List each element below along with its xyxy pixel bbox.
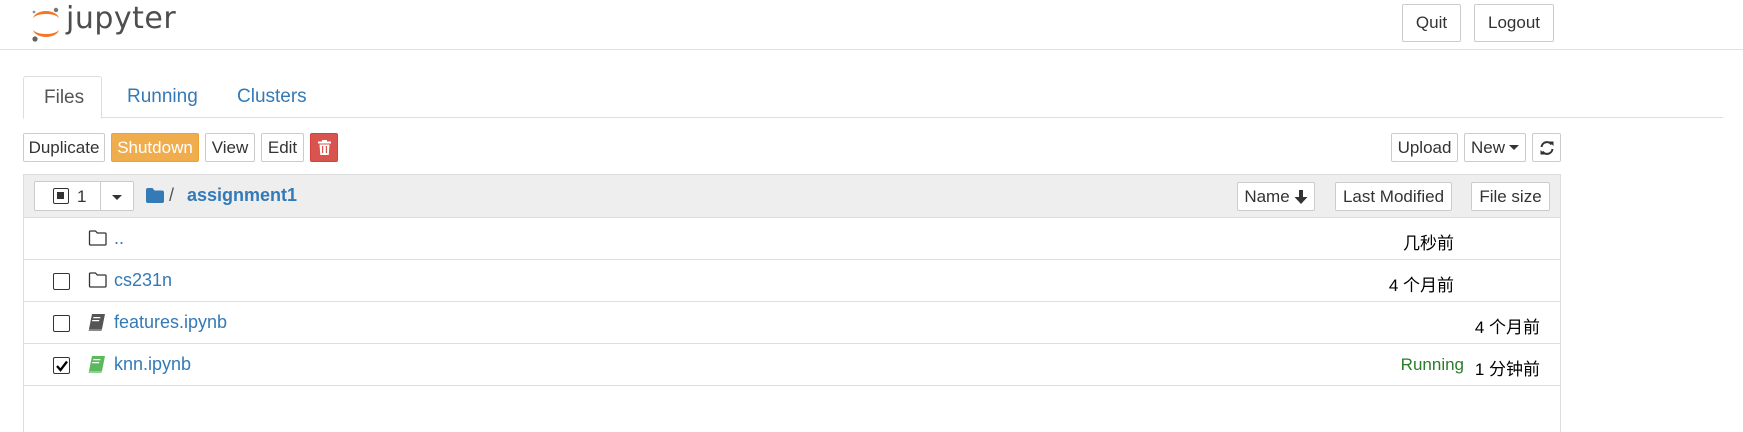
trash-icon — [317, 140, 331, 155]
list-item[interactable]: knn.ipynb Running 1 分钟前 — [24, 344, 1560, 386]
item-name-link[interactable]: .. — [114, 228, 124, 249]
tab-clusters[interactable]: Clusters — [217, 76, 327, 118]
duplicate-button[interactable]: Duplicate — [23, 133, 105, 162]
notebook-running-icon — [88, 356, 105, 373]
current-folder-link[interactable]: assignment1 — [187, 185, 297, 206]
refresh-icon — [1540, 140, 1553, 155]
list-item[interactable]: .. 几秒前 — [24, 218, 1560, 260]
path-separator: / — [169, 185, 175, 205]
item-modified: 4 个月前 — [1474, 318, 1540, 337]
upload-button[interactable]: Upload — [1391, 133, 1458, 162]
tab-running[interactable]: Running — [107, 76, 218, 118]
logout-button[interactable]: Logout — [1474, 4, 1554, 42]
item-checkbox[interactable] — [53, 315, 70, 332]
sort-size-button[interactable]: File size — [1471, 182, 1550, 211]
breadcrumb: / assignment1 — [146, 185, 297, 206]
item-name-link[interactable]: features.ipynb — [114, 312, 227, 333]
header: jupyter Quit Logout — [0, 0, 1743, 50]
refresh-button[interactable] — [1532, 133, 1561, 162]
new-dropdown-button[interactable]: New — [1464, 133, 1526, 162]
item-modified: 几秒前 — [1403, 234, 1454, 253]
folder-outline-icon — [88, 230, 107, 246]
item-checkbox[interactable] — [53, 273, 70, 290]
file-list: 1 / assignment1 Name Last Modified File … — [23, 174, 1561, 432]
select-all-button[interactable]: 1 — [34, 181, 101, 211]
view-button[interactable]: View — [205, 133, 255, 162]
new-label: New — [1471, 137, 1506, 157]
folder-icon[interactable] — [146, 188, 164, 203]
item-modified: 1 分钟前 — [1474, 360, 1540, 379]
list-item[interactable]: cs231n 4 个月前 — [24, 260, 1560, 302]
caret-down-icon — [112, 195, 122, 200]
list-item-partial — [24, 386, 1560, 428]
edit-button[interactable]: Edit — [261, 133, 304, 162]
sort-modified-button[interactable]: Last Modified — [1335, 182, 1452, 211]
delete-button[interactable] — [310, 133, 338, 162]
list-header: 1 / assignment1 Name Last Modified File … — [24, 175, 1560, 218]
caret-down-icon — [1509, 145, 1520, 150]
item-name-link[interactable]: cs231n — [114, 270, 172, 291]
notebook-icon — [88, 314, 105, 331]
jupyter-logo-icon — [32, 7, 59, 42]
folder-outline-icon — [88, 272, 107, 288]
sort-name-label: Name — [1244, 186, 1290, 206]
jupyter-logo[interactable]: jupyter — [30, 0, 177, 46]
tab-files[interactable]: Files — [23, 76, 102, 119]
selection-dropdown-button[interactable] — [100, 181, 134, 211]
list-item[interactable]: features.ipynb 4 个月前 — [24, 302, 1560, 344]
arrow-down-icon — [1294, 189, 1308, 204]
quit-button[interactable]: Quit — [1402, 4, 1461, 42]
item-modified: 4 个月前 — [1388, 276, 1454, 295]
item-checkbox-checked[interactable] — [53, 357, 70, 374]
item-name-link[interactable]: knn.ipynb — [114, 354, 191, 375]
checkmark-icon — [55, 360, 68, 372]
sort-name-button[interactable]: Name — [1237, 182, 1315, 211]
selected-count: 1 — [77, 187, 87, 206]
partial-checkbox-icon — [53, 188, 69, 204]
running-status: Running — [1400, 355, 1464, 374]
shutdown-button[interactable]: Shutdown — [111, 133, 199, 162]
tab-bar: Files Running Clusters — [23, 76, 1715, 119]
logo-text: jupyter — [66, 0, 177, 36]
